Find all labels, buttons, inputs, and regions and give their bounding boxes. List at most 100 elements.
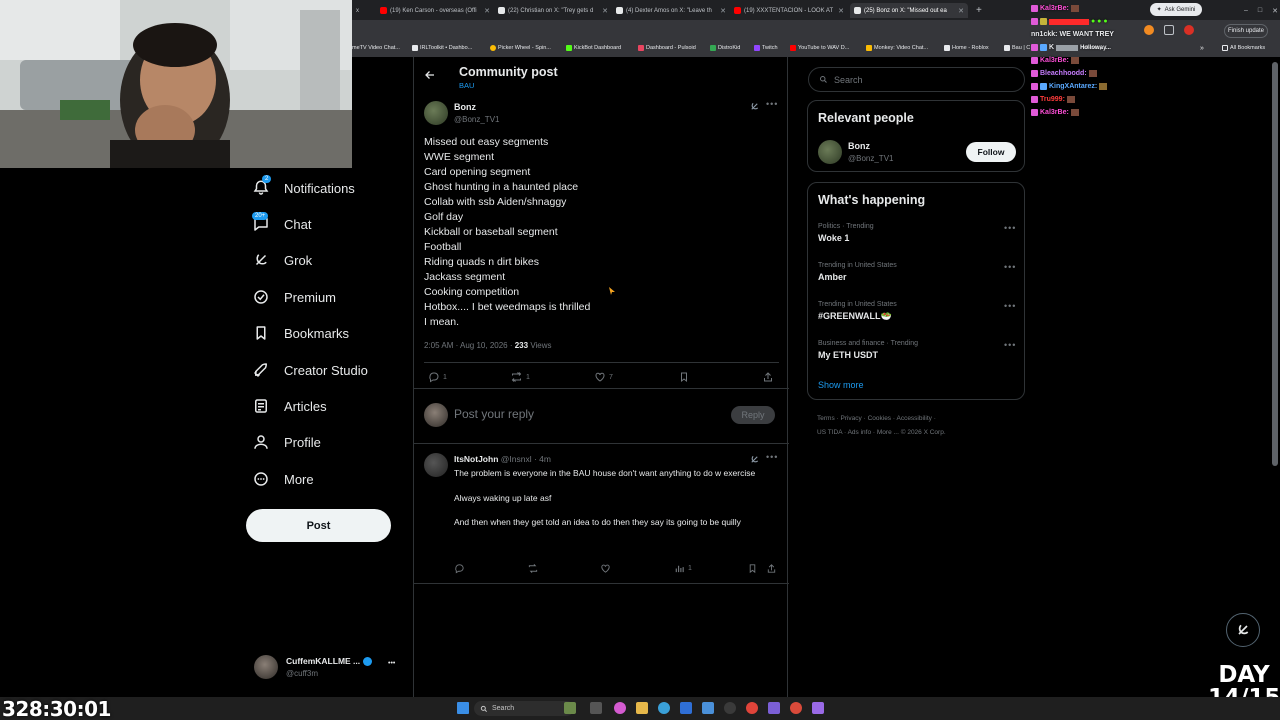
trend-item[interactable]: Business and finance · Trending My ETH U… bbox=[818, 340, 918, 360]
bookmark-item[interactable]: Picker Wheel - Spin... bbox=[490, 45, 551, 51]
trend-item[interactable]: Trending in United States Amber bbox=[818, 262, 897, 282]
trend-item[interactable]: Trending in United States #GREENWALL🥗 bbox=[818, 301, 897, 322]
repost-action[interactable]: 1 bbox=[510, 371, 530, 383]
bookmark-item[interactable]: YouTube to WAV D... bbox=[790, 45, 849, 51]
reply-like-action[interactable] bbox=[600, 563, 611, 574]
taskbar-app-icon[interactable] bbox=[812, 702, 824, 714]
file-explorer-icon[interactable] bbox=[636, 702, 648, 714]
extension-puzzle-icon[interactable] bbox=[1164, 25, 1174, 35]
extension-icon[interactable] bbox=[1144, 25, 1154, 35]
nav-more[interactable]: More bbox=[252, 467, 314, 491]
nav-articles[interactable]: Articles bbox=[252, 394, 327, 418]
browser-tab[interactable]: (4) Dexter Amos on X: "Leave th ✕ bbox=[612, 3, 730, 18]
account-more-icon[interactable]: ••• bbox=[388, 660, 395, 667]
taskbar-app-icon[interactable] bbox=[790, 702, 802, 714]
reply-bookmark-action[interactable] bbox=[747, 563, 758, 574]
account-switcher[interactable]: CuffemKALLME ... @cuff3m ••• bbox=[254, 653, 404, 683]
relevant-person-avatar[interactable] bbox=[818, 140, 842, 164]
all-bookmarks-button[interactable]: All Bookmarks bbox=[1222, 45, 1265, 51]
edge-browser-icon[interactable] bbox=[658, 702, 670, 714]
browser-tab[interactable]: (19) XXXTENTACION - LOOK AT ✕ bbox=[730, 3, 848, 18]
trend-more-icon[interactable]: ••• bbox=[1004, 301, 1016, 311]
reply-author-avatar[interactable] bbox=[424, 453, 448, 477]
bookmark-item[interactable]: Home - Roblox bbox=[944, 45, 989, 51]
browser-tab-active[interactable]: (25) Bonz on X: "Missed out ea ✕ bbox=[850, 3, 968, 18]
bookmark-action[interactable] bbox=[678, 371, 690, 383]
footer-link[interactable]: Ads info bbox=[848, 429, 872, 436]
browser-tab-partial[interactable]: x bbox=[352, 3, 374, 18]
taskbar-app-icon[interactable] bbox=[680, 702, 692, 714]
reply-submit-button[interactable]: Reply bbox=[731, 406, 775, 424]
footer-link[interactable]: Accessibility bbox=[896, 415, 931, 422]
taskbar-app-icon[interactable] bbox=[724, 702, 736, 714]
footer-link[interactable]: Cookies bbox=[868, 415, 891, 422]
bookmark-item[interactable]: Twitch bbox=[754, 45, 778, 51]
footer-link[interactable]: Privacy bbox=[840, 415, 861, 422]
bookmark-item[interactable]: DistroKid bbox=[710, 45, 740, 51]
show-more-link[interactable]: Show more bbox=[818, 380, 864, 390]
community-link[interactable]: BAU bbox=[459, 81, 474, 90]
taskbar-search[interactable]: Search bbox=[474, 701, 574, 716]
post-author-handle[interactable]: @Bonz_TV1 bbox=[454, 115, 499, 124]
taskbar-app-icon[interactable] bbox=[590, 702, 602, 714]
footer-link[interactable]: Terms bbox=[817, 415, 835, 422]
maximize-icon[interactable]: □ bbox=[1258, 7, 1262, 14]
trend-more-icon[interactable]: ••• bbox=[1004, 340, 1016, 350]
close-tab-icon[interactable]: ✕ bbox=[602, 7, 608, 15]
post-author-name[interactable]: Bonz bbox=[454, 102, 476, 112]
post-button[interactable]: Post bbox=[246, 509, 391, 542]
windows-start-icon[interactable] bbox=[457, 702, 469, 714]
close-tab-icon[interactable]: ✕ bbox=[484, 7, 490, 15]
like-action[interactable]: 7 bbox=[594, 371, 613, 383]
taskbar-app-icon[interactable] bbox=[564, 702, 576, 714]
bookmark-item[interactable]: IRLToolkit • Dashbo... bbox=[412, 45, 472, 51]
reply-more-icon[interactable]: ••• bbox=[766, 452, 778, 462]
nav-profile[interactable]: Profile bbox=[252, 430, 321, 454]
follow-button[interactable]: Follow bbox=[966, 142, 1016, 162]
bookmark-item[interactable]: Monkey: Video Chat... bbox=[866, 45, 928, 51]
footer-link[interactable]: More ... bbox=[877, 429, 899, 436]
close-tab-icon[interactable]: ✕ bbox=[720, 7, 726, 15]
taskbar-app-icon[interactable] bbox=[702, 702, 714, 714]
footer-link[interactable]: US TIDA bbox=[817, 429, 842, 436]
close-window-icon[interactable]: ✕ bbox=[1272, 7, 1278, 15]
bookmarks-overflow-button[interactable]: » bbox=[1200, 45, 1204, 52]
close-tab-icon[interactable]: ✕ bbox=[838, 7, 844, 15]
trend-item[interactable]: Politics · Trending Woke 1 bbox=[818, 223, 874, 243]
window-controls[interactable]: – □ ✕ bbox=[1240, 3, 1280, 18]
bookmark-item[interactable]: Dashboard - Pulsoid bbox=[638, 45, 696, 51]
reply-views-action[interactable]: 1 bbox=[674, 563, 692, 574]
nav-bookmarks[interactable]: Bookmarks bbox=[252, 321, 349, 345]
grok-floating-button[interactable] bbox=[1226, 613, 1260, 647]
finish-update-button[interactable]: Finish update bbox=[1224, 24, 1268, 38]
close-tab-icon[interactable]: ✕ bbox=[958, 7, 964, 15]
search-input[interactable]: Search bbox=[808, 67, 1025, 92]
reply-share-action[interactable] bbox=[766, 563, 777, 574]
page-scrollbar[interactable] bbox=[1272, 62, 1278, 466]
reply-author-handle[interactable]: @Insnxl bbox=[501, 454, 532, 464]
reply-author-name[interactable]: ItsNotJohn bbox=[454, 454, 498, 464]
post-author-avatar[interactable] bbox=[424, 101, 448, 125]
new-tab-button[interactable]: + bbox=[972, 3, 986, 18]
relevant-person-handle[interactable]: @Bonz_TV1 bbox=[848, 154, 893, 163]
reply-repost-action[interactable] bbox=[527, 563, 539, 574]
bookmark-item[interactable]: Bau | C bbox=[1004, 45, 1030, 51]
ask-gemini-button[interactable]: ✦ Ask Gemini bbox=[1150, 3, 1202, 16]
minimize-icon[interactable]: – bbox=[1244, 7, 1248, 14]
grok-explain-icon[interactable] bbox=[749, 454, 760, 465]
trend-more-icon[interactable]: ••• bbox=[1004, 262, 1016, 272]
taskbar-app-icon[interactable] bbox=[768, 702, 780, 714]
browser-tab[interactable]: (22) Christian on X: "Trey gets d ✕ bbox=[494, 3, 612, 18]
trend-more-icon[interactable]: ••• bbox=[1004, 223, 1016, 233]
nav-grok[interactable]: Grok bbox=[252, 248, 312, 272]
bookmark-item[interactable]: meTV Video Chat... bbox=[352, 45, 400, 51]
reply-action[interactable]: 1 bbox=[428, 371, 447, 383]
chrome-browser-icon[interactable] bbox=[746, 702, 758, 714]
reply-reply-action[interactable] bbox=[454, 563, 465, 574]
nav-premium[interactable]: Premium bbox=[252, 285, 336, 309]
profile-avatar-icon[interactable] bbox=[1184, 25, 1194, 35]
taskbar-app-icon[interactable] bbox=[614, 702, 626, 714]
browser-tab[interactable]: (19) Ken Carson - overseas (Offi ✕ bbox=[376, 3, 494, 18]
reply-input[interactable]: Post your reply bbox=[454, 407, 534, 421]
share-action[interactable] bbox=[762, 371, 774, 383]
